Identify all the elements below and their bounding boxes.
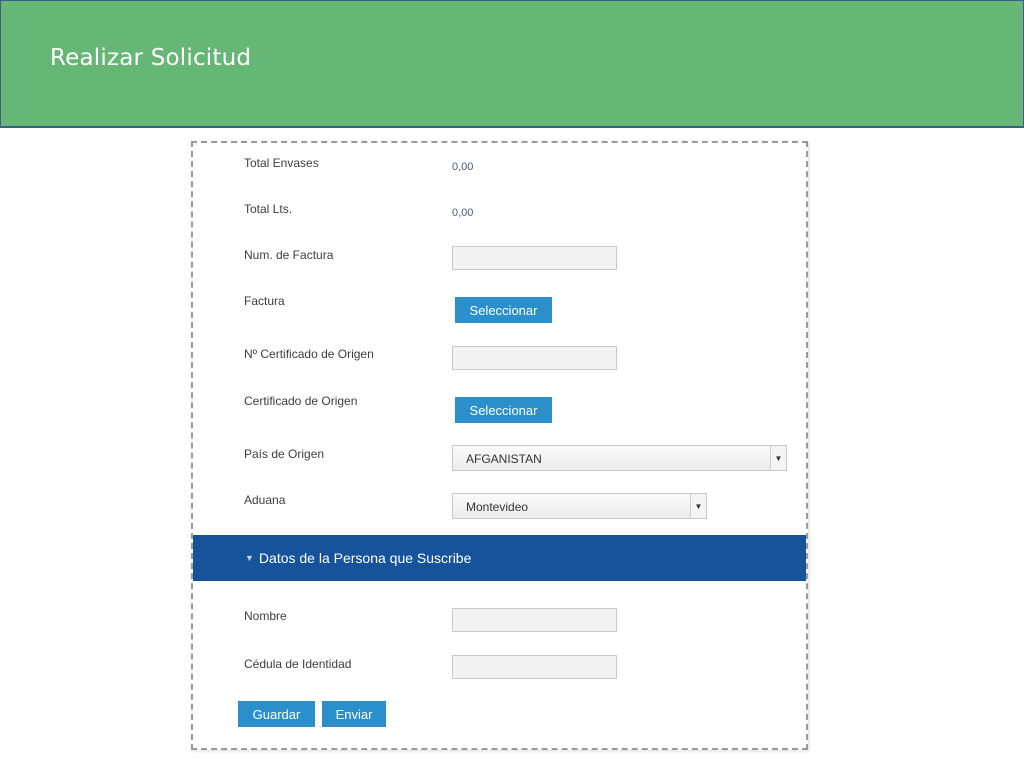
total-lts-value: 0,00 <box>452 207 474 219</box>
guardar-button[interactable]: Guardar <box>238 701 315 727</box>
cedula-input[interactable] <box>452 655 617 679</box>
page-title: Realizar Solicitud <box>50 45 252 71</box>
cedula-label: Cédula de Identidad <box>244 657 352 671</box>
person-section-header[interactable]: ▼ Datos de la Persona que Suscribe <box>193 535 806 581</box>
request-form: Total Envases 0,00 Total Lts. 0,00 Num. … <box>191 141 808 750</box>
num-certificado-input[interactable] <box>452 346 617 370</box>
dropdown-arrow-icon[interactable]: ▼ <box>770 446 786 470</box>
nombre-label: Nombre <box>244 609 287 623</box>
pais-origen-selected: AFGANISTAN <box>466 452 542 466</box>
factura-select-button[interactable]: Seleccionar <box>455 297 552 323</box>
dropdown-arrow-icon[interactable]: ▼ <box>690 494 706 518</box>
num-factura-input[interactable] <box>452 246 617 270</box>
num-certificado-label: Nº Certificado de Origen <box>244 347 374 361</box>
certificado-label: Certificado de Origen <box>244 394 358 408</box>
certificado-select-button[interactable]: Seleccionar <box>455 397 552 423</box>
pais-origen-select[interactable]: AFGANISTAN ▼ <box>452 445 787 471</box>
factura-label: Factura <box>244 294 285 308</box>
aduana-select[interactable]: Montevideo ▼ <box>452 493 707 519</box>
aduana-selected: Montevideo <box>466 500 529 514</box>
total-envases-label: Total Envases <box>244 156 319 170</box>
nombre-input[interactable] <box>452 608 617 632</box>
total-lts-label: Total Lts. <box>244 202 293 216</box>
pais-origen-label: País de Origen <box>244 447 325 461</box>
caret-down-icon: ▼ <box>245 553 254 563</box>
enviar-button[interactable]: Enviar <box>322 701 386 727</box>
total-envases-value: 0,00 <box>452 161 474 173</box>
section-title: Datos de la Persona que Suscribe <box>258 550 472 566</box>
num-factura-label: Num. de Factura <box>244 248 334 262</box>
section-title-wrap: ▼ Datos de la Persona que Suscribe <box>245 550 471 566</box>
aduana-label: Aduana <box>244 493 286 507</box>
page-header: Realizar Solicitud <box>0 0 1024 128</box>
